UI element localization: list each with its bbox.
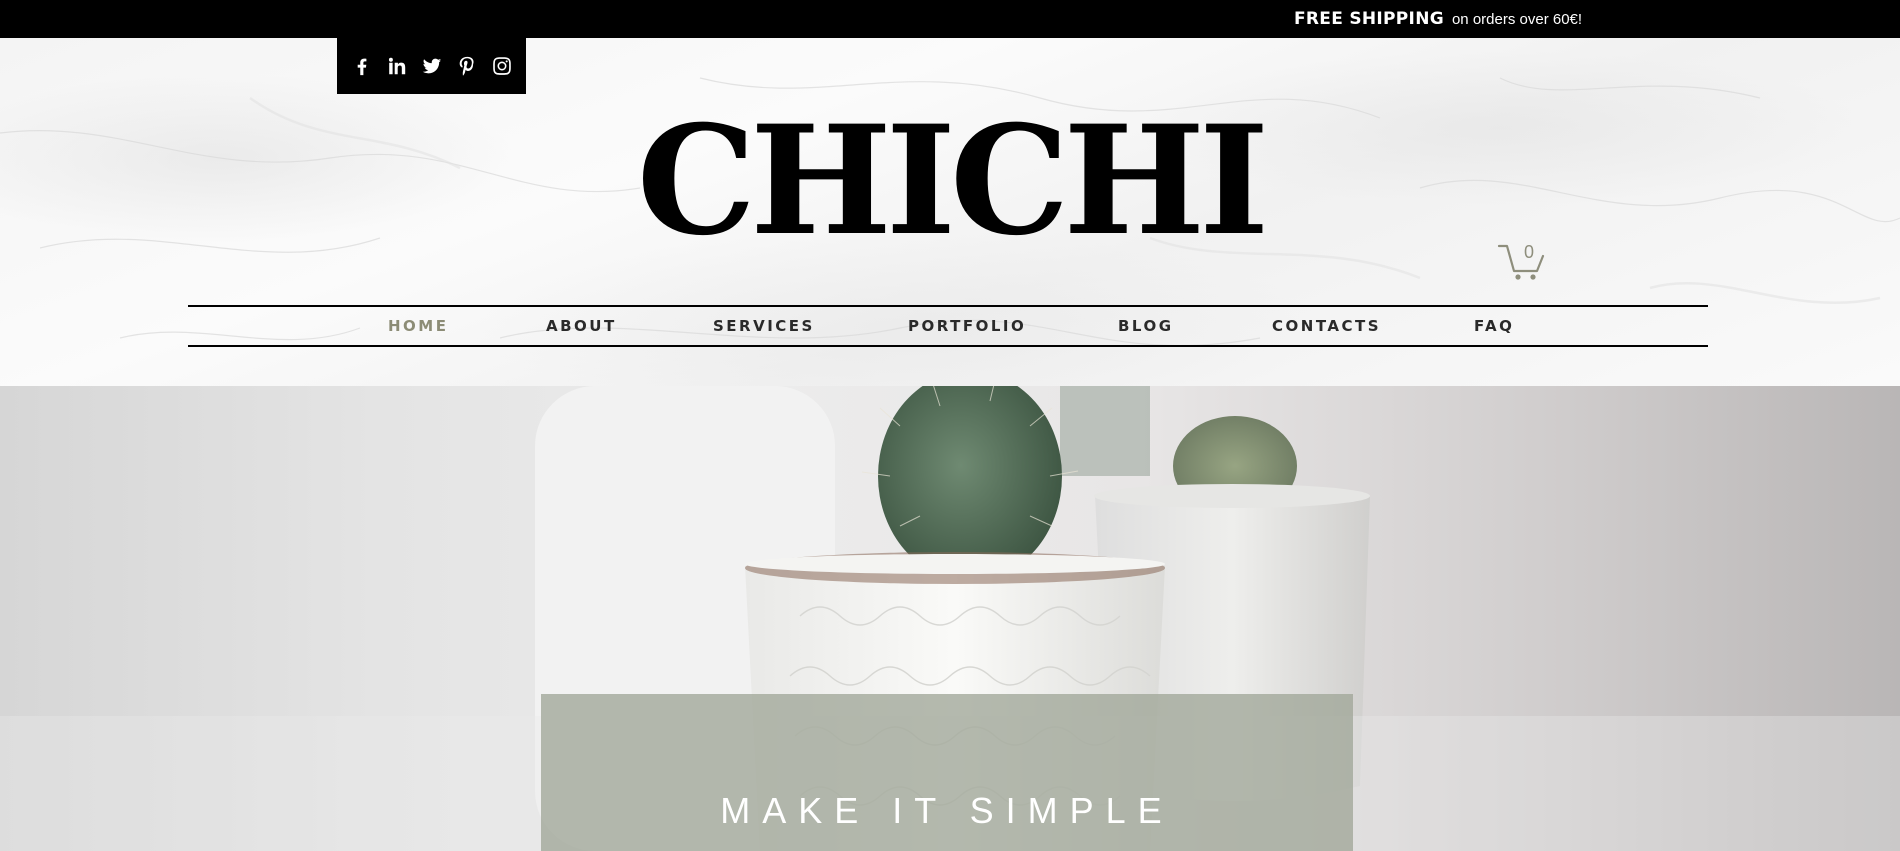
twitter-icon[interactable] <box>420 54 444 78</box>
nav-item-portfolio[interactable]: PORTFOLIO <box>908 307 1026 345</box>
nav-item-contacts[interactable]: CONTACTS <box>1272 307 1381 345</box>
nav-divider-bottom <box>188 345 1708 347</box>
shipping-notice: FREE SHIPPING on orders over 60€! <box>1294 0 1582 38</box>
nav-item-blog[interactable]: BLOG <box>1118 307 1174 345</box>
hero-tagline: MAKE IT SIMPLE <box>720 790 1174 831</box>
shipping-detail: on orders over 60€! <box>1451 10 1583 28</box>
brand-logo[interactable]: CHICHI <box>560 106 1340 256</box>
pinterest-icon[interactable] <box>455 54 479 78</box>
cart-count: 0 <box>1523 242 1534 262</box>
social-bar <box>337 38 526 94</box>
main-nav: HOME ABOUT SERVICES PORTFOLIO BLOG CONTA… <box>188 307 1708 345</box>
instagram-icon[interactable] <box>490 54 514 78</box>
nav-item-faq[interactable]: FAQ <box>1474 307 1514 345</box>
nav-item-about[interactable]: ABOUT <box>546 307 617 345</box>
linkedin-icon[interactable] <box>385 54 409 78</box>
facebook-icon[interactable] <box>350 54 374 78</box>
announcement-bar: FREE SHIPPING on orders over 60€! <box>0 0 1900 38</box>
cart-button[interactable]: 0 <box>1497 240 1545 282</box>
shipping-highlight: FREE SHIPPING <box>1294 9 1444 29</box>
nav-item-home[interactable]: HOME <box>388 307 448 345</box>
nav-item-services[interactable]: SERVICES <box>713 307 815 345</box>
